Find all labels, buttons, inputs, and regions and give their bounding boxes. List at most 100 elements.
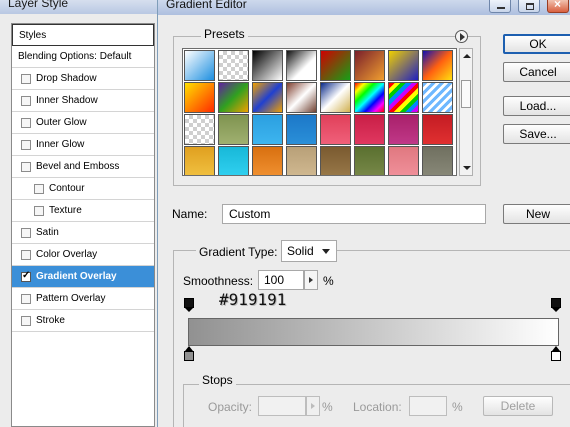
preset-swatch[interactable]: [320, 114, 351, 145]
preset-swatch[interactable]: [218, 146, 249, 175]
preset-swatch[interactable]: [354, 82, 385, 113]
gradient-type-label: Gradient Type:: [196, 245, 281, 259]
style-item[interactable]: Blending Options: Default: [12, 46, 154, 68]
preset-swatch[interactable]: [354, 114, 385, 145]
style-item-checkbox[interactable]: [34, 183, 44, 194]
style-item-label: Gradient Overlay: [36, 271, 117, 282]
style-item[interactable]: Contour: [12, 178, 154, 200]
preset-swatch[interactable]: [184, 82, 215, 113]
preset-swatch[interactable]: [184, 146, 215, 175]
gradient-type-select[interactable]: Solid: [281, 240, 337, 262]
scroll-up-arrow-icon[interactable]: [463, 54, 471, 58]
preset-swatch[interactable]: [252, 146, 283, 175]
load-button[interactable]: Load...: [503, 96, 570, 116]
layer-style-title: Layer Style: [8, 0, 69, 10]
cancel-button[interactable]: Cancel: [503, 62, 570, 82]
preset-swatch[interactable]: [320, 82, 351, 113]
close-icon: [554, 0, 563, 11]
style-item[interactable]: Pattern Overlay: [12, 288, 154, 310]
presets-menu-icon[interactable]: [455, 30, 468, 43]
opacity-stop-left[interactable]: [184, 298, 194, 312]
preset-swatch[interactable]: [422, 50, 453, 81]
delete-button[interactable]: Delete: [483, 396, 553, 416]
style-item-checkbox[interactable]: [34, 205, 44, 216]
preset-swatch[interactable]: [388, 146, 419, 175]
style-item-label: Stroke: [36, 315, 65, 326]
screenshot-root: Layer Style Styles Blending Options: Def…: [0, 0, 570, 427]
preset-swatch[interactable]: [286, 82, 317, 113]
gradient-editor-title: Gradient Editor: [166, 0, 247, 11]
preset-swatch[interactable]: [252, 82, 283, 113]
opacity-slider-arrow-icon[interactable]: [306, 396, 320, 416]
style-item-checkbox[interactable]: [21, 227, 31, 238]
preset-swatch[interactable]: [286, 50, 317, 81]
color-stop-left[interactable]: [183, 346, 195, 362]
save-button[interactable]: Save...: [503, 124, 570, 144]
style-item-checkbox[interactable]: [21, 249, 31, 260]
gradient-preview-bar[interactable]: [188, 318, 559, 346]
style-item-checkbox[interactable]: [21, 139, 31, 150]
close-button[interactable]: [547, 0, 569, 13]
preset-swatch[interactable]: [184, 50, 215, 81]
location-unit: %: [452, 400, 463, 414]
preset-swatch[interactable]: [286, 146, 317, 175]
opacity-unit: %: [322, 400, 333, 414]
layer-style-titlebar[interactable]: Layer Style: [0, 0, 160, 14]
preset-swatch[interactable]: [218, 114, 249, 145]
preset-swatch[interactable]: [320, 50, 351, 81]
style-item-checkbox[interactable]: [21, 117, 31, 128]
preset-swatch[interactable]: [388, 114, 419, 145]
style-item-checkbox[interactable]: [21, 161, 31, 172]
style-item[interactable]: Color Overlay: [12, 244, 154, 266]
style-item[interactable]: Texture: [12, 200, 154, 222]
preset-swatch[interactable]: [218, 82, 249, 113]
style-item[interactable]: Gradient Overlay: [12, 266, 154, 288]
style-item[interactable]: Stroke: [12, 310, 154, 332]
scroll-down-arrow-icon[interactable]: [463, 166, 471, 170]
style-item-checkbox[interactable]: [21, 73, 31, 84]
style-item[interactable]: Outer Glow: [12, 112, 154, 134]
smoothness-slider-arrow-icon[interactable]: [304, 270, 318, 290]
name-input[interactable]: Custom: [222, 204, 486, 224]
preset-swatch[interactable]: [388, 50, 419, 81]
style-item-checkbox[interactable]: [21, 95, 31, 106]
preset-swatch[interactable]: [422, 114, 453, 145]
style-item[interactable]: Satin: [12, 222, 154, 244]
preset-swatch[interactable]: [422, 82, 453, 113]
preset-swatch[interactable]: [218, 50, 249, 81]
styles-header-label: Styles: [19, 29, 47, 41]
new-button[interactable]: New: [503, 204, 570, 224]
color-stop-right[interactable]: [550, 346, 562, 362]
style-item[interactable]: Bevel and Emboss: [12, 156, 154, 178]
style-item[interactable]: Inner Shadow: [12, 90, 154, 112]
minimize-button[interactable]: [489, 0, 511, 13]
style-item[interactable]: Inner Glow: [12, 134, 154, 156]
style-item-checkbox[interactable]: [21, 315, 31, 326]
preset-swatch[interactable]: [286, 114, 317, 145]
presets-scrollbar[interactable]: [459, 48, 473, 176]
smoothness-input[interactable]: 100: [258, 270, 304, 290]
preset-swatch[interactable]: [354, 146, 385, 175]
style-item-checkbox[interactable]: [21, 293, 31, 304]
style-item[interactable]: Drop Shadow: [12, 68, 154, 90]
location-input[interactable]: [409, 396, 447, 416]
preset-swatch[interactable]: [184, 114, 215, 145]
opacity-input[interactable]: [258, 396, 306, 416]
preset-swatch[interactable]: [354, 50, 385, 81]
preset-swatch[interactable]: [252, 50, 283, 81]
color-hex-overlay: #919191: [219, 290, 287, 309]
preset-swatch[interactable]: [320, 146, 351, 175]
opacity-stop-right[interactable]: [551, 298, 561, 312]
maximize-button[interactable]: [518, 0, 540, 13]
style-item-checkbox[interactable]: [21, 270, 31, 282]
scroll-thumb[interactable]: [461, 80, 471, 108]
ok-button[interactable]: OK: [503, 34, 570, 54]
minimize-icon: [497, 3, 505, 9]
preset-swatch[interactable]: [388, 82, 419, 113]
style-item-label: Texture: [49, 205, 82, 216]
preset-swatch[interactable]: [422, 146, 453, 175]
styles-header[interactable]: Styles: [12, 24, 154, 46]
gradient-editor-window: Gradient Editor Presets OK Cancel Load..…: [157, 0, 570, 427]
gradient-editor-titlebar[interactable]: Gradient Editor: [158, 0, 570, 15]
preset-swatch[interactable]: [252, 114, 283, 145]
